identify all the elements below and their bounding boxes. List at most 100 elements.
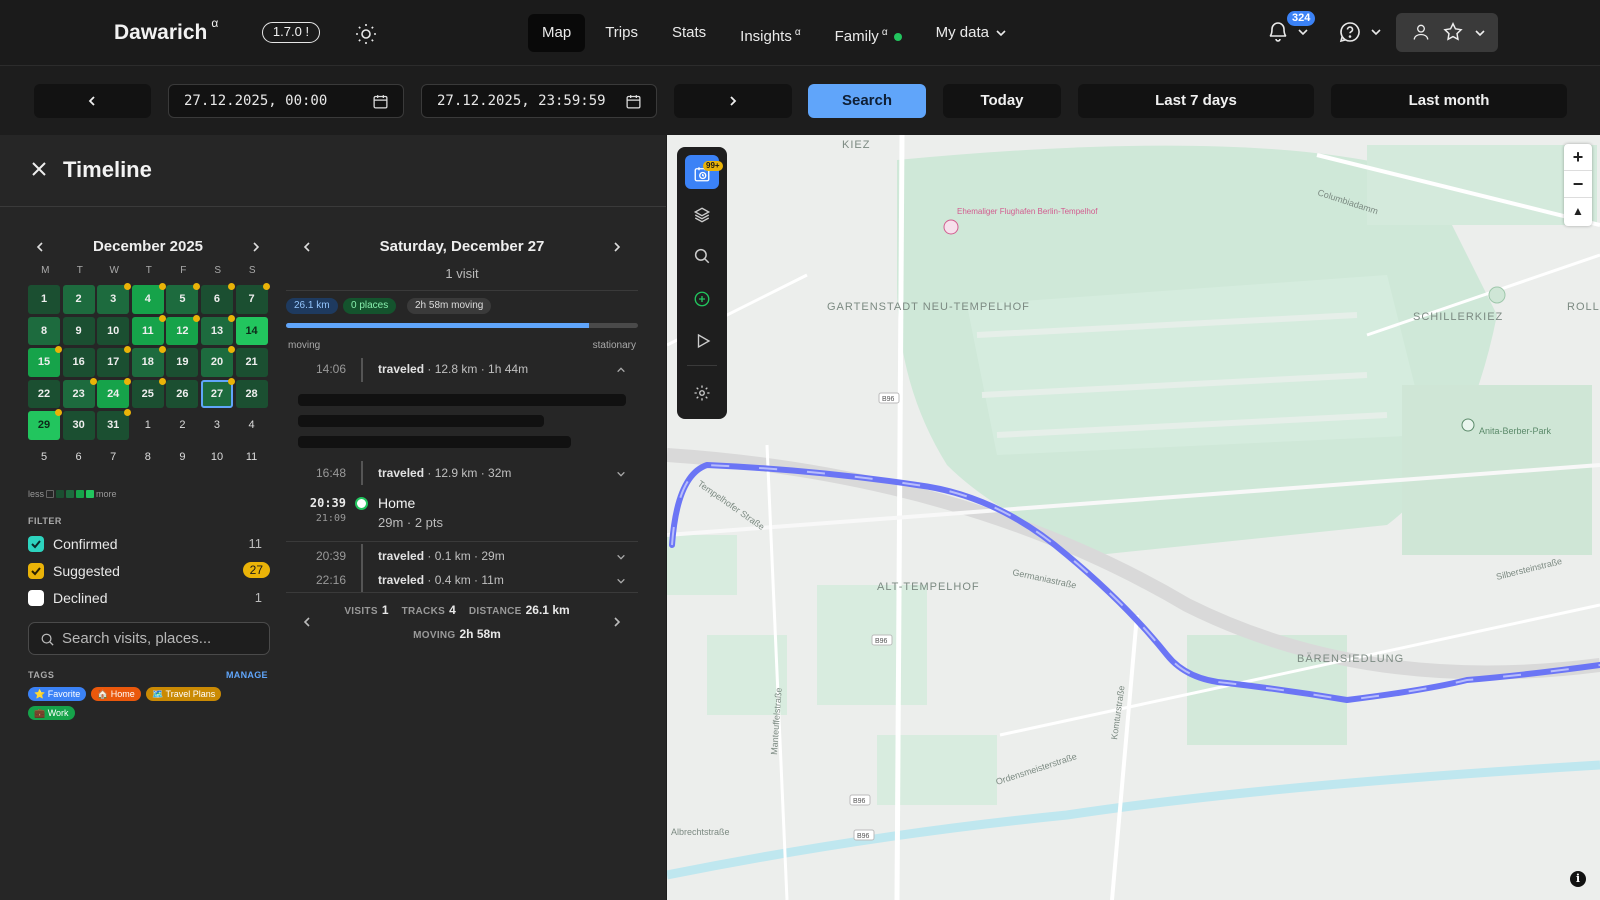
theme-toggle-icon[interactable]	[354, 22, 378, 46]
tag-favorite[interactable]: ⭐ Favorite	[28, 687, 87, 701]
calendar-day[interactable]: 3	[201, 411, 233, 440]
timeline-toggle-button[interactable]: 99+	[685, 155, 723, 189]
calendar-day[interactable]: 19	[166, 348, 199, 377]
add-place-button[interactable]	[685, 282, 719, 316]
calendar-day[interactable]: 7	[235, 283, 270, 314]
track-entry[interactable]: 20:39 traveled · 0.1 km · 29m	[286, 544, 638, 568]
calendar-day[interactable]: 4	[236, 411, 268, 440]
map-view[interactable]: B96 B96 B96 B96 KIEZ GARTENSTADT NEU-TEM…	[667, 135, 1600, 900]
calendar-icon[interactable]	[625, 93, 642, 110]
calendar-day[interactable]: 1	[28, 285, 60, 314]
calendar-day[interactable]: 21	[235, 348, 268, 377]
nav-my-data[interactable]: My data	[922, 14, 1021, 52]
calendar-day[interactable]: 9	[62, 316, 95, 345]
filter-suggested[interactable]: Suggested 27	[28, 561, 270, 581]
nav-stats[interactable]: Stats	[658, 14, 720, 52]
next-month-icon[interactable]	[250, 241, 262, 253]
calendar-day[interactable]: 2	[62, 285, 95, 314]
zoom-out-button[interactable]: −	[1564, 171, 1592, 198]
calendar-day[interactable]: 6	[63, 443, 95, 472]
chevron-down-icon[interactable]	[616, 552, 626, 562]
last-month-button[interactable]: Last month	[1331, 84, 1567, 118]
end-datetime-input[interactable]: 27.12.2025, 23:59:59	[421, 84, 657, 118]
filter-confirmed[interactable]: Confirmed 11	[28, 534, 270, 554]
calendar-day[interactable]: 11	[236, 443, 268, 472]
calendar-day[interactable]: 15	[28, 346, 62, 377]
nav-trips[interactable]: Trips	[591, 14, 652, 52]
calendar-day[interactable]: 5	[28, 443, 60, 472]
track-entry[interactable]: 14:06 traveled · 12.8 km · 1h 44m	[286, 358, 638, 382]
calendar-day[interactable]: 24	[97, 377, 132, 408]
version-badge[interactable]: 1.7.0 !	[262, 22, 320, 43]
next-day-button[interactable]	[674, 84, 792, 118]
calendar-day[interactable]: 10	[97, 316, 130, 345]
search-button[interactable]: Search	[808, 84, 926, 118]
last-7-days-button[interactable]: Last 7 days	[1078, 84, 1314, 118]
calendar-day[interactable]: 26	[166, 379, 199, 408]
calendar-day-selected[interactable]: 27	[200, 377, 235, 408]
map-settings-button[interactable]	[685, 376, 719, 410]
calendar-day[interactable]: 25	[131, 377, 166, 408]
calendar-day[interactable]: 8	[28, 316, 60, 345]
tag-travel-plans[interactable]: 🗺️ Travel Plans	[146, 687, 222, 701]
prev-month-icon[interactable]	[34, 241, 46, 253]
calendar-day[interactable]: 10	[201, 443, 233, 472]
nav-family[interactable]: Family α	[821, 14, 916, 52]
chevron-down-icon[interactable]	[616, 576, 626, 586]
user-menu-button[interactable]	[1396, 13, 1498, 52]
park-icon[interactable]	[1461, 418, 1475, 432]
calendar-day[interactable]: 16	[62, 348, 95, 377]
calendar-day[interactable]: 29	[28, 409, 62, 440]
compass-reset-button[interactable]: ▲	[1564, 198, 1592, 225]
bell-icon[interactable]	[1266, 20, 1290, 44]
calendar-day[interactable]: 22	[28, 379, 60, 408]
app-logo[interactable]: Dawarich α	[114, 16, 218, 45]
calendar-day[interactable]: 28	[235, 379, 268, 408]
calendar-day[interactable]: 1	[132, 411, 164, 440]
zoom-in-button[interactable]: +	[1564, 144, 1592, 171]
help-icon[interactable]	[1338, 20, 1362, 44]
track-entry[interactable]: 16:48 traveled · 12.9 km · 32m	[286, 461, 638, 485]
checkbox-checked-icon[interactable]	[28, 563, 44, 579]
close-icon[interactable]	[30, 160, 48, 178]
calendar-day[interactable]: 9	[166, 443, 198, 472]
calendar-day[interactable]: 2	[166, 411, 198, 440]
calendar-day[interactable]: 8	[132, 443, 164, 472]
replay-button[interactable]	[685, 324, 719, 358]
today-button[interactable]: Today	[943, 84, 1061, 118]
calendar-day[interactable]: 23	[62, 377, 97, 408]
poi-star-icon[interactable]	[943, 219, 959, 235]
calendar-day[interactable]: 30	[62, 411, 95, 440]
prev-day-button[interactable]	[34, 84, 151, 118]
calendar-day[interactable]: 5	[166, 283, 201, 314]
calendar-day[interactable]: 7	[97, 443, 129, 472]
calendar-day[interactable]: 12	[166, 314, 201, 345]
calendar-icon[interactable]	[372, 93, 389, 110]
track-entry[interactable]: 22:16 traveled · 0.4 km · 11m	[286, 568, 638, 592]
calendar-day[interactable]: 3	[97, 283, 132, 314]
calendar-day[interactable]: 4	[131, 283, 166, 314]
calendar-day[interactable]: 18	[131, 346, 166, 377]
chevron-down-icon[interactable]	[1370, 26, 1382, 38]
filter-declined[interactable]: Declined 1	[28, 588, 270, 608]
nav-map[interactable]: Map	[528, 14, 586, 52]
calendar-day[interactable]: 13	[200, 314, 235, 345]
calendar-day[interactable]: 20	[200, 346, 235, 377]
checkbox-unchecked-icon[interactable]	[28, 590, 44, 606]
search-visits-input[interactable]	[62, 630, 262, 647]
calendar-day[interactable]: 14	[235, 316, 268, 345]
chevron-down-icon[interactable]	[616, 469, 626, 479]
calendar-day[interactable]: 6	[200, 283, 235, 314]
manage-tags-link[interactable]: MANAGE	[226, 670, 268, 680]
checkbox-checked-icon[interactable]	[28, 536, 44, 552]
tag-home[interactable]: 🏠 Home	[91, 687, 141, 701]
layers-button[interactable]	[685, 198, 719, 232]
start-datetime-input[interactable]: 27.12.2025, 00:00	[168, 84, 404, 118]
chevron-down-icon[interactable]	[1297, 26, 1309, 38]
calendar-day[interactable]: 11	[131, 314, 166, 345]
map-search-button[interactable]	[685, 239, 719, 273]
attribution-info-icon[interactable]: i	[1570, 871, 1586, 887]
next-day-icon[interactable]	[611, 241, 623, 253]
calendar-day[interactable]: 31	[97, 409, 132, 440]
calendar-day[interactable]: 17	[97, 346, 132, 377]
